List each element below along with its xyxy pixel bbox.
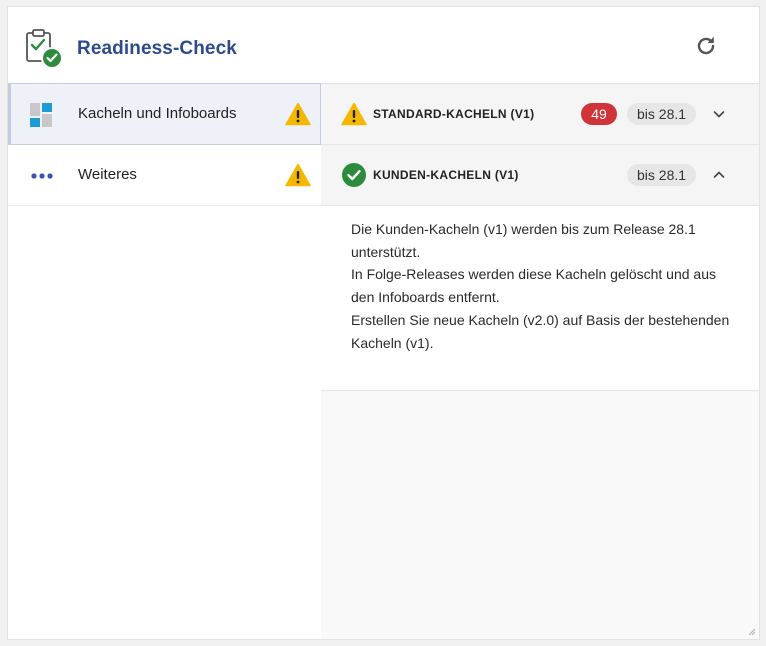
section-title: KUNDEN-KACHELN (V1) — [373, 168, 519, 182]
section-kunden-kacheln[interactable]: KUNDEN-KACHELN (V1) bis 28.1 — [321, 145, 759, 206]
header: Readiness-Check — [8, 7, 759, 83]
release-badge: bis 28.1 — [627, 164, 697, 186]
more-dots-icon — [31, 173, 53, 179]
section-title: STANDARD-KACHELN (V1) — [373, 107, 535, 121]
release-badge: bis 28.1 — [627, 103, 697, 125]
sidebar-item-kacheln[interactable]: Kacheln und Infoboards — [8, 83, 321, 145]
issue-count-badge: 49 — [581, 103, 617, 125]
detail-text: Die Kunden-Kacheln (v1) werden bis zum R… — [351, 221, 696, 260]
tiles-icon — [30, 103, 52, 127]
warning-icon — [285, 102, 311, 126]
refresh-icon[interactable] — [694, 34, 718, 58]
detail-text: Erstellen Sie neue Kacheln (v2.0) auf Ba… — [351, 311, 730, 351]
section-details-panel: Die Kunden-Kacheln (v1) werden bis zum R… — [321, 206, 759, 391]
sidebar: Kacheln und Infoboards Weiteres — [8, 83, 322, 639]
warning-icon — [285, 163, 311, 187]
check-circle-icon — [342, 163, 366, 187]
sidebar-item-weiteres[interactable]: Weiteres — [8, 145, 321, 206]
clipboard-check-icon — [26, 29, 63, 68]
resize-handle-icon[interactable] — [748, 628, 756, 636]
page-title: Readiness-Check — [77, 38, 237, 59]
chevron-down-icon[interactable] — [713, 108, 725, 120]
sidebar-item-label: Kacheln und Infoboards — [78, 105, 237, 122]
chevron-up-icon[interactable] — [713, 169, 725, 181]
detail-text: In Folge-Releases werden diese Kacheln g… — [351, 266, 717, 306]
warning-icon — [341, 102, 367, 126]
section-standard-kacheln[interactable]: STANDARD-KACHELN (V1) 49 bis 28.1 — [321, 84, 759, 145]
main-content: STANDARD-KACHELN (V1) 49 bis 28.1 KUNDEN… — [321, 83, 759, 639]
sidebar-item-label: Weiteres — [78, 166, 137, 183]
readiness-check-window: Readiness-Check Kacheln und Infoboards W… — [7, 6, 760, 640]
